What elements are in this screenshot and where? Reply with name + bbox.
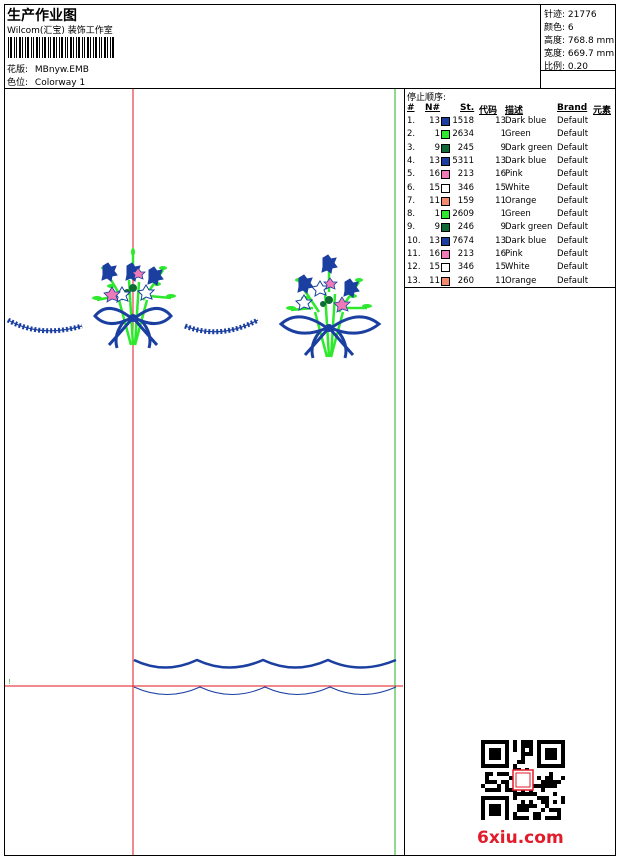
guide-marker-left: ! xyxy=(8,678,11,686)
bouquet-right xyxy=(278,254,382,359)
watermark-text: 6xiu.com xyxy=(477,828,564,848)
qr-code xyxy=(481,740,565,820)
bouquet-left xyxy=(92,248,176,349)
design-preview: ! xyxy=(5,89,403,855)
swag-left xyxy=(6,317,83,334)
scallop-border-thin xyxy=(133,686,397,695)
swag-middle xyxy=(184,317,260,335)
scallop-border-dark xyxy=(133,658,397,669)
